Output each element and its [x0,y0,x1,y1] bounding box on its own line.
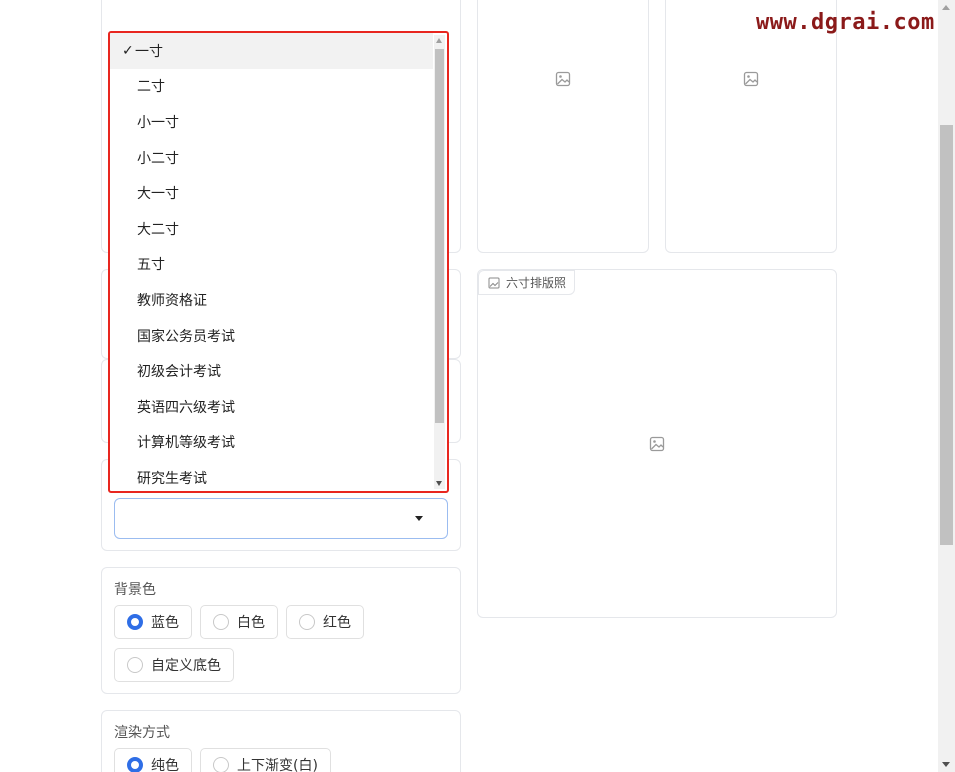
dropdown-option-label: 大一寸 [137,186,179,203]
dropdown-option-label: 小二寸 [137,150,179,167]
background-option-label: 蓝色 [151,615,179,631]
radio-checked-icon [127,614,143,630]
image-icon [743,71,759,87]
dropdown-option-label: 研究生考试 [137,470,207,487]
background-option-custom[interactable]: 自定义底色 [114,648,234,682]
dropdown-option-label: 国家公务员考试 [137,328,235,345]
radio-unchecked-icon [213,757,229,772]
dropdown-option-label: 教师资格证 [137,292,207,309]
dropdown-option[interactable]: 五寸 [110,247,433,283]
image-icon [555,71,571,87]
background-option-white[interactable]: 白色 [200,605,278,639]
render-option-label: 上下渐变(白) [237,758,318,772]
dropdown-option[interactable]: 大一寸 [110,175,433,211]
preview-card-hd [665,0,837,253]
render-option-gradient-white[interactable]: 上下渐变(白) [200,748,331,772]
dropdown-option[interactable]: 小一寸 [110,104,433,140]
preview-card-standard [477,0,649,253]
dropdown-option[interactable]: 初级会计考试 [110,353,433,389]
background-option-label: 自定义底色 [151,658,221,674]
dropdown-option-label: 计算机等级考试 [137,435,235,452]
background-option-red[interactable]: 红色 [286,605,364,639]
dropdown-option-label: 初级会计考试 [137,364,221,381]
radio-checked-icon [127,757,143,772]
size-select[interactable] [114,498,448,539]
dropdown-option[interactable]: 二寸 [110,69,433,105]
scroll-down-arrow-icon[interactable] [942,762,950,767]
dropdown-option[interactable]: 大二寸 [110,211,433,247]
size-dropdown-list[interactable]: ✓ 一寸二寸小一寸小二寸大一寸大二寸五寸教师资格证国家公务员考试 初级会计考试 英语四… [108,31,449,493]
image-icon [649,436,665,452]
six-inch-label-text: 六寸排版照 [506,276,567,290]
preview-card-six-inch [477,269,837,618]
dropdown-option-label: 一寸 [135,43,163,60]
background-option-label: 红色 [323,615,351,631]
watermark-text: www.dgrai.com [756,10,935,35]
scroll-up-arrow-icon[interactable] [436,38,442,43]
dropdown-option-label: 英语四六级考试 [137,399,235,416]
render-option-label: 纯色 [151,758,179,772]
check-icon: ✓ [122,42,134,59]
render-mode-title: 渲染方式 [114,725,170,741]
background-option-label: 白色 [237,615,265,631]
dropdown-option-label: 五寸 [137,257,165,274]
dropdown-option[interactable]: 英语四六级考试 [110,389,433,425]
dropdown-option[interactable]: 研究生考试 [110,460,433,491]
scroll-up-arrow-icon[interactable] [942,5,950,10]
scrollbar-thumb[interactable] [435,49,444,423]
dropdown-option[interactable]: ✓ 一寸 [110,33,433,69]
dropdown-option-label: 小一寸 [137,114,179,131]
render-option-solid[interactable]: 纯色 [114,748,192,772]
radio-unchecked-icon [213,614,229,630]
background-title: 背景色 [114,582,156,598]
caret-down-icon [415,516,423,521]
page-scrollbar-thumb[interactable] [940,125,953,545]
six-inch-label: 六寸排版照 [478,270,576,295]
dropdown-option[interactable]: 计算机等级考试 [110,425,433,461]
dropdown-scrollbar[interactable] [434,35,445,489]
scroll-down-arrow-icon[interactable] [436,481,442,486]
background-option-blue[interactable]: 蓝色 [114,605,192,639]
dropdown-option[interactable]: 教师资格证 [110,282,433,318]
dropdown-option[interactable]: 小二寸 [110,140,433,176]
dropdown-option[interactable]: 国家公务员考试 [110,318,433,354]
image-icon [488,277,500,289]
radio-unchecked-icon [299,614,315,630]
dropdown-options: ✓ 一寸二寸小一寸小二寸大一寸大二寸五寸教师资格证国家公务员考试 初级会计考试 英语四… [110,33,433,491]
page-scrollbar[interactable] [938,0,955,772]
dropdown-option-label: 大二寸 [137,221,179,238]
dropdown-option-label: 二寸 [137,79,165,96]
radio-unchecked-icon [127,657,143,673]
